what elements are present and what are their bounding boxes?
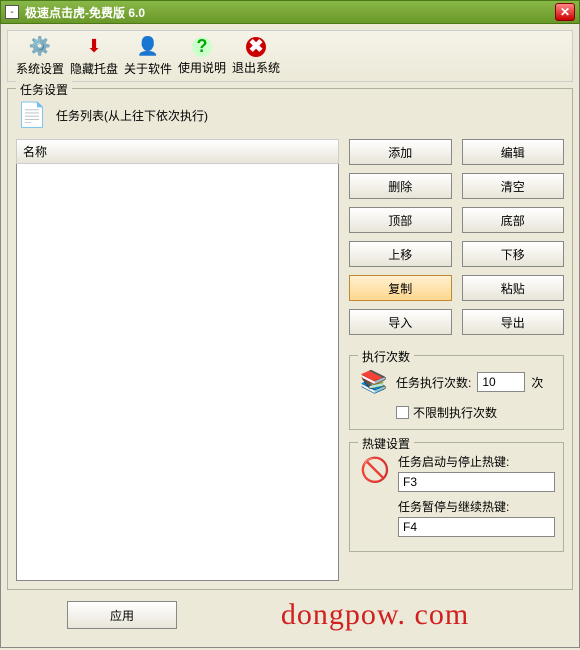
task-header-text: 任务列表(从上往下依次执行) <box>56 107 208 124</box>
start-hotkey-input[interactable] <box>398 472 555 492</box>
exit-label: 退出系统 <box>232 59 280 76</box>
btn-删除[interactable]: 删除 <box>349 173 452 199</box>
apply-button[interactable]: 应用 <box>67 601 177 629</box>
hide-tray-label: 隐藏托盘 <box>70 60 118 77</box>
exec-title: 执行次数 <box>358 348 414 365</box>
help-icon: ? <box>192 37 212 57</box>
btn-粘贴[interactable]: 粘贴 <box>462 275 565 301</box>
group-title: 任务设置 <box>16 81 72 98</box>
hotkey-title: 热键设置 <box>358 435 414 452</box>
exec-label: 任务执行次数: <box>396 374 471 391</box>
btn-底部[interactable]: 底部 <box>462 207 565 233</box>
btn-导出[interactable]: 导出 <box>462 309 565 335</box>
exec-count-group: 执行次数 📚 任务执行次数: 次 不限制执行次数 <box>349 355 564 430</box>
task-header: 📄 任务列表(从上往下依次执行) <box>16 99 564 131</box>
exit-icon: ✖ <box>246 37 266 57</box>
toolbar-help[interactable]: ? 使用说明 <box>176 35 228 77</box>
window-body: ⚙️ 系统设置 ⬇ 隐藏托盘 👤 关于软件? 使用说明 ✖ 退出系统 任务设置 📄 任务列表(从… <box>0 24 580 648</box>
task-list-icon: 📄 <box>16 99 48 131</box>
btn-复制[interactable]: 复制 <box>349 275 452 301</box>
toolbar: ⚙️ 系统设置 ⬇ 隐藏托盘 👤 关于软件? 使用说明 ✖ 退出系统 <box>7 30 573 82</box>
toolbar-hide-tray[interactable]: ⬇ 隐藏托盘 <box>68 35 120 77</box>
bottom-row: 应用 dongpow. com <box>7 598 573 632</box>
task-settings-group: 任务设置 📄 任务列表(从上往下依次执行) 名称 添加编辑删除清空顶部底部上移下… <box>7 88 573 590</box>
system-settings-label: 系统设置 <box>16 60 64 77</box>
btn-导入[interactable]: 导入 <box>349 309 452 335</box>
start-hotkey-label: 任务启动与停止热键: <box>398 453 555 470</box>
watermark: dongpow. com <box>177 598 573 632</box>
column-header-name[interactable]: 名称 <box>16 139 339 164</box>
toolbar-about[interactable]: 👤 关于软件 <box>122 35 174 77</box>
button-column: 添加编辑删除清空顶部底部上移下移复制粘贴导入导出 执行次数 📚 任务执行次数: … <box>349 139 564 581</box>
about-icon: 👤 <box>136 35 160 58</box>
exec-icon: 📚 <box>358 366 390 398</box>
app-icon: - <box>5 5 19 19</box>
hotkey-group: 热键设置 🚫 任务启动与停止热键: 任务暂停与继续热键: <box>349 442 564 552</box>
toolbar-exit[interactable]: ✖ 退出系统 <box>230 35 282 77</box>
btn-清空[interactable]: 清空 <box>462 173 565 199</box>
system-settings-icon: ⚙️ <box>28 35 52 58</box>
btn-上移[interactable]: 上移 <box>349 241 452 267</box>
titlebar: - 极速点击虎-免费版 6.0 ✕ <box>0 0 580 24</box>
btn-顶部[interactable]: 顶部 <box>349 207 452 233</box>
pause-hotkey-label: 任务暂停与继续热键: <box>398 498 555 515</box>
window-title: 极速点击虎-免费版 6.0 <box>25 4 555 21</box>
help-label: 使用说明 <box>178 59 226 76</box>
close-button[interactable]: ✕ <box>555 3 575 21</box>
btn-添加[interactable]: 添加 <box>349 139 452 165</box>
task-list-body[interactable] <box>16 164 339 581</box>
exec-count-input[interactable] <box>477 372 525 392</box>
task-list: 名称 <box>16 139 339 581</box>
hotkey-icon: 🚫 <box>358 453 392 487</box>
hide-tray-icon: ⬇ <box>82 35 106 58</box>
btn-编辑[interactable]: 编辑 <box>462 139 565 165</box>
about-label: 关于软件 <box>124 60 172 77</box>
exec-suffix: 次 <box>531 374 543 391</box>
pause-hotkey-input[interactable] <box>398 517 555 537</box>
unlimited-checkbox[interactable] <box>396 406 409 419</box>
btn-下移[interactable]: 下移 <box>462 241 565 267</box>
toolbar-system-settings[interactable]: ⚙️ 系统设置 <box>14 35 66 77</box>
unlimited-label: 不限制执行次数 <box>413 404 497 421</box>
